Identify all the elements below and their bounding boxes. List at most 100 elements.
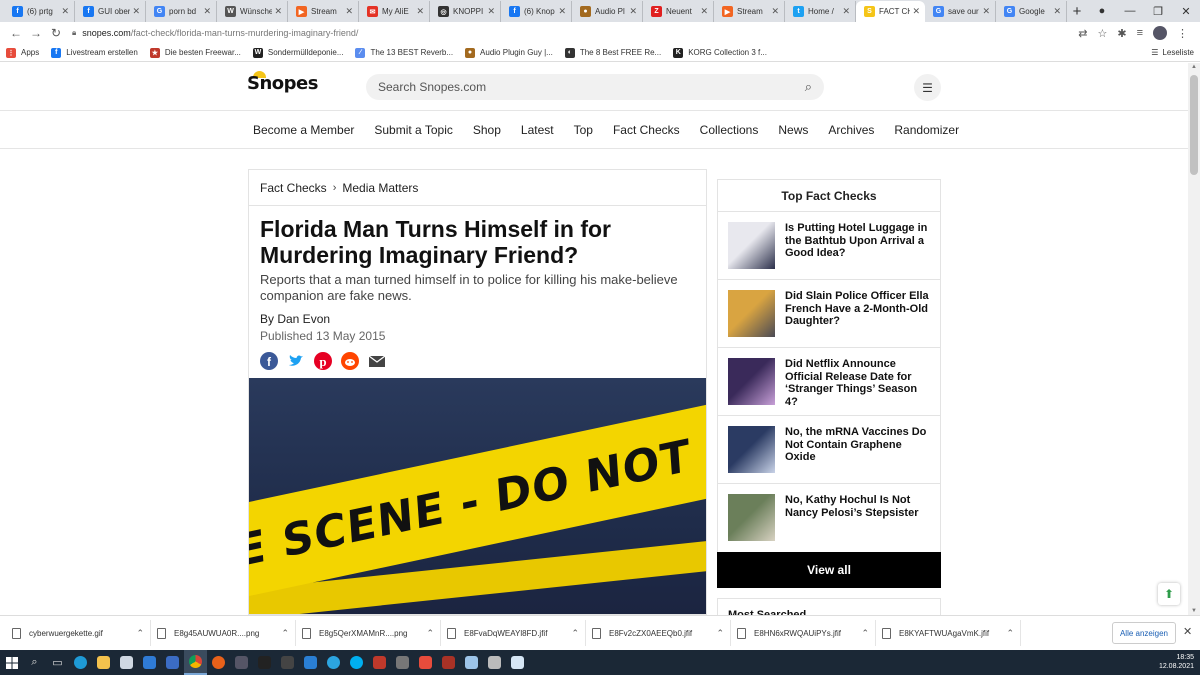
- chevron-up-icon[interactable]: ⌃: [281, 628, 289, 639]
- breadcrumb-media-matters[interactable]: Media Matters: [342, 181, 418, 195]
- site-nav-link[interactable]: Fact Checks: [613, 123, 680, 137]
- forward-button[interactable]: →: [26, 26, 46, 40]
- new-tab-button[interactable]: +: [1067, 1, 1087, 22]
- top-fact-check-item[interactable]: Did Netflix Announce Official Release Da…: [718, 348, 940, 416]
- tab-close-icon[interactable]: ✕: [558, 6, 566, 17]
- edge-icon[interactable]: [69, 650, 92, 675]
- browser-tab[interactable]: ◎ KNOPPI ✕: [430, 1, 501, 22]
- restore-button[interactable]: ❐: [1144, 5, 1172, 18]
- scrollbar-thumb[interactable]: [1190, 75, 1198, 175]
- mail-icon[interactable]: [138, 650, 161, 675]
- skype-icon[interactable]: [345, 650, 368, 675]
- show-all-downloads-button[interactable]: Alle anzeigen: [1112, 622, 1176, 644]
- teamviewer-icon[interactable]: [460, 650, 483, 675]
- twitter-icon[interactable]: [287, 352, 305, 370]
- close-downloads-icon[interactable]: ✕: [1183, 625, 1192, 638]
- download-item[interactable]: E8HN6xRWQAUiPYs.jfif ⌃: [731, 620, 876, 646]
- bookmark-item[interactable]: ∕ The 13 BEST Reverb...: [355, 47, 453, 58]
- download-item[interactable]: E8g5QerXMAMnR....png ⌃: [296, 620, 441, 646]
- close-window-button[interactable]: ✕: [1172, 5, 1200, 18]
- email-icon[interactable]: [368, 352, 386, 370]
- bookmark-item[interactable]: ● Audio Plugin Guy |...: [465, 47, 553, 58]
- tab-close-icon[interactable]: ✕: [274, 6, 282, 17]
- tab-close-icon[interactable]: ✕: [912, 6, 920, 17]
- recorder-icon[interactable]: [368, 650, 391, 675]
- browser-tab[interactable]: t Home / ✕: [785, 1, 856, 22]
- browser-tab[interactable]: ▶ Stream ✕: [714, 1, 785, 22]
- chevron-up-icon[interactable]: ⌃: [1006, 628, 1014, 639]
- media-icon[interactable]: ≡: [1137, 27, 1143, 39]
- site-nav-link[interactable]: Top: [574, 123, 593, 137]
- download-item[interactable]: E8Fv2cZX0AEEQb0.jfif ⌃: [586, 620, 731, 646]
- back-button[interactable]: ←: [6, 26, 26, 40]
- browser-tab[interactable]: W Wünsche ✕: [217, 1, 288, 22]
- store-icon[interactable]: [115, 650, 138, 675]
- minimize-button[interactable]: —: [1116, 5, 1144, 17]
- chevron-up-icon[interactable]: ⌃: [426, 628, 434, 639]
- chevron-up-icon[interactable]: ⌃: [861, 628, 869, 639]
- game-icon[interactable]: [230, 650, 253, 675]
- tab-close-icon[interactable]: ✕: [700, 6, 708, 17]
- download-item[interactable]: E8g45AUWUA0R....png ⌃: [151, 620, 296, 646]
- tab-close-icon[interactable]: ✕: [982, 6, 990, 17]
- scroll-down-icon[interactable]: ▼: [1188, 608, 1200, 614]
- keyboard-icon[interactable]: [391, 650, 414, 675]
- tab-close-icon[interactable]: ✕: [345, 6, 353, 17]
- taskbar-task-view-icon[interactable]: ▭: [46, 650, 69, 675]
- chevron-up-icon[interactable]: ⌃: [571, 628, 579, 639]
- tab-close-icon[interactable]: ✕: [1053, 6, 1061, 17]
- site-nav-link[interactable]: Archives: [828, 123, 874, 137]
- download-item[interactable]: cyberwuergekette.gif ⌃: [6, 620, 151, 646]
- tab-close-icon[interactable]: ✕: [771, 6, 779, 17]
- site-nav-link[interactable]: Shop: [473, 123, 501, 137]
- page-scrollbar[interactable]: ▲ ▼: [1188, 63, 1200, 615]
- file-explorer-icon[interactable]: [92, 650, 115, 675]
- telegram-icon[interactable]: [322, 650, 345, 675]
- browser-tab[interactable]: Z Neuent ✕: [643, 1, 714, 22]
- windows-start-icon[interactable]: [0, 650, 23, 675]
- tab-search-icon[interactable]: ●: [1088, 5, 1116, 17]
- top-fact-check-item[interactable]: Did Slain Police Officer Ella French Hav…: [718, 280, 940, 348]
- reddit-icon[interactable]: [341, 352, 359, 370]
- photos-icon[interactable]: [161, 650, 184, 675]
- tab-close-icon[interactable]: ✕: [203, 6, 211, 17]
- tool-icon[interactable]: [414, 650, 437, 675]
- reload-button[interactable]: ↻: [46, 26, 66, 40]
- bookmark-item[interactable]: ◐ The 8 Best FREE Re...: [564, 47, 661, 58]
- download-item[interactable]: E8KYAFTWUAgaVmK.jfif ⌃: [876, 620, 1021, 646]
- browser-tab[interactable]: ● Audio Pl ✕: [572, 1, 643, 22]
- bookmark-item[interactable]: ⋮ Apps: [6, 47, 39, 58]
- tab-close-icon[interactable]: ✕: [842, 6, 850, 17]
- site-nav-link[interactable]: Collections: [700, 123, 759, 137]
- url-field[interactable]: 🔒︎ snopes.com/fact-check/florida-man-tur…: [72, 24, 1078, 42]
- inkscape-icon[interactable]: [253, 650, 276, 675]
- live-icon[interactable]: [276, 650, 299, 675]
- browser-tab[interactable]: G Google ✕: [996, 1, 1067, 22]
- profile-avatar[interactable]: [1153, 26, 1167, 40]
- remote-icon[interactable]: [299, 650, 322, 675]
- media-app-icon[interactable]: [437, 650, 460, 675]
- monitor-icon[interactable]: [483, 650, 506, 675]
- pinterest-icon[interactable]: p: [314, 352, 332, 370]
- bookmark-item[interactable]: W Sondermülldeponie...: [252, 47, 343, 58]
- tab-close-icon[interactable]: ✕: [132, 6, 140, 17]
- tab-close-icon[interactable]: ✕: [61, 6, 69, 17]
- top-fact-check-item[interactable]: No, the mRNA Vaccines Do Not Contain Gra…: [718, 416, 940, 484]
- top-fact-check-item[interactable]: Is Putting Hotel Luggage in the Bathtub …: [718, 212, 940, 280]
- system-clock[interactable]: 18:35 12.08.2021: [1159, 653, 1194, 671]
- scroll-up-icon[interactable]: ▲: [1188, 64, 1200, 70]
- search-input[interactable]: [378, 80, 805, 94]
- tab-close-icon[interactable]: ✕: [487, 6, 495, 17]
- view-all-button[interactable]: View all: [717, 552, 941, 588]
- download-item[interactable]: E8FvaDqWEAYl8FD.jfif ⌃: [441, 620, 586, 646]
- tab-close-icon[interactable]: ✕: [629, 6, 637, 17]
- snopes-logo[interactable]: Snopes: [247, 71, 318, 94]
- notes-icon[interactable]: [506, 650, 529, 675]
- browser-tab[interactable]: f (6) Knop ✕: [501, 1, 572, 22]
- browser-tab[interactable]: S FACT CH ✕: [856, 1, 925, 22]
- top-fact-check-item[interactable]: No, Kathy Hochul Is Not Nancy Pelosi’s S…: [718, 484, 940, 552]
- bookmark-item[interactable]: K KORG Collection 3 f...: [673, 47, 767, 58]
- extensions-icon[interactable]: ✱: [1117, 27, 1126, 40]
- site-nav-link[interactable]: Latest: [521, 123, 554, 137]
- search-icon[interactable]: ⌕: [805, 79, 812, 95]
